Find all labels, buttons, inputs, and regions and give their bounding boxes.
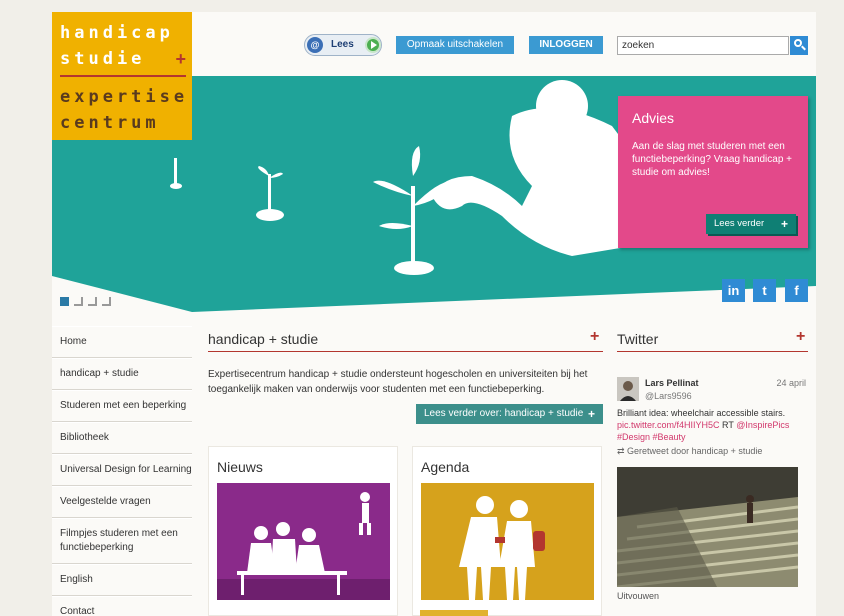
logo-line-studie: studie <box>60 49 146 69</box>
twitter-icon[interactable]: t <box>753 279 776 302</box>
nav-item-faq[interactable]: Veelgestelde vragen <box>52 486 192 518</box>
advies-lees-verder-button[interactable]: Lees verder + <box>706 214 796 234</box>
tweet-hashtags[interactable]: #Design #Beauty <box>617 432 686 442</box>
uitvouwen-link[interactable]: Uitvouwen <box>617 591 659 601</box>
nav-item-english[interactable]: English <box>52 564 192 596</box>
nieuws-title: Nieuws <box>217 459 263 475</box>
nav-item-bibliotheek[interactable]: Bibliotheek <box>52 422 192 454</box>
agenda-image <box>421 483 594 600</box>
logo-line-expertise: expertise <box>60 87 189 107</box>
inloggen-button[interactable]: INLOGGEN <box>529 36 603 54</box>
nieuws-image <box>217 483 390 600</box>
tweet-author-handle[interactable]: @Lars9596 <box>645 391 692 401</box>
tweet-mention[interactable]: @InspirePics <box>736 420 789 430</box>
site-logo[interactable]: handicap studie + expertise centrum <box>52 12 192 140</box>
sidebar-nav: Home handicap + studie Studeren met een … <box>52 326 192 616</box>
avatar[interactable] <box>617 377 639 401</box>
agenda-date-badge <box>420 610 488 616</box>
advies-text: Aan de slag met studeren met een functie… <box>632 141 793 178</box>
main-intro-text: Expertisecentrum handicap + studie onder… <box>208 369 588 395</box>
slider-dot-1[interactable] <box>60 297 69 306</box>
linkedin-icon[interactable]: in <box>722 279 745 302</box>
nav-item-handicap-studie[interactable]: handicap + studie <box>52 358 192 390</box>
tweet-text: Brilliant idea: wheelchair accessible st… <box>617 408 786 418</box>
twitter-section-title: Twitter <box>617 331 659 347</box>
plus-icon: + <box>780 217 788 231</box>
logo-plus: + <box>175 49 186 69</box>
tweet-date[interactable]: 24 april <box>776 378 806 388</box>
main-plus-icon[interactable]: + <box>590 328 599 346</box>
slider-dots <box>60 297 111 306</box>
nieuws-card[interactable]: Nieuws <box>208 446 398 616</box>
main-section-title: handicap + studie <box>208 331 319 347</box>
slider-dot-2[interactable] <box>74 297 83 306</box>
lees-verder-handicap-studie-button[interactable]: Lees verder over: handicap + studie + <box>416 404 603 424</box>
retweet-text: Geretweet door handicap + studie <box>627 446 763 456</box>
retweet-line: ⇄ Geretweet door handicap + studie <box>617 446 762 457</box>
advies-button-label: Lees verder <box>714 218 765 229</box>
readspeaker-icon: @ <box>307 37 323 53</box>
nav-item-contact[interactable]: Contact <box>52 596 192 616</box>
logo-line-centrum: centrum <box>60 113 160 133</box>
logo-separator <box>60 75 186 77</box>
lees-voor-button[interactable]: @ Lees voor <box>304 34 382 56</box>
tweet-image[interactable] <box>617 467 798 587</box>
search-input[interactable] <box>617 36 789 55</box>
tweet-body: Brilliant idea: wheelchair accessible st… <box>617 407 808 443</box>
slider-dot-3[interactable] <box>88 297 97 306</box>
nav-item-home[interactable]: Home <box>52 326 192 358</box>
plus-icon: + <box>587 407 595 421</box>
nav-item-udl[interactable]: Universal Design for Learning <box>52 454 192 486</box>
agenda-title: Agenda <box>421 459 470 475</box>
tweet-link[interactable]: pic.twitter.com/f4HIIYH5C <box>617 420 720 430</box>
agenda-card[interactable]: Agenda <box>412 446 602 616</box>
search-button[interactable] <box>790 36 808 55</box>
retweet-icon: ⇄ <box>617 446 628 456</box>
advies-title: Advies <box>632 110 675 126</box>
main-rule <box>208 351 603 352</box>
opmaak-uitschakelen-button[interactable]: Opmaak uitschakelen <box>396 36 514 54</box>
nav-item-studeren[interactable]: Studeren met een beperking <box>52 390 192 422</box>
tweet-rt: RT <box>722 420 734 430</box>
facebook-icon[interactable]: f <box>785 279 808 302</box>
nav-item-filmpjes[interactable]: Filmpjes studeren met een functiebeperki… <box>52 518 192 564</box>
lees-verder-label: Lees verder over: handicap + studie <box>424 408 584 419</box>
logo-line-handicap: handicap <box>60 23 174 43</box>
advies-panel: Advies Aan de slag met studeren met een … <box>618 96 808 248</box>
twitter-plus-icon[interactable]: + <box>796 328 805 346</box>
twitter-rule <box>617 351 808 352</box>
tweet-author-name[interactable]: Lars Pellinat <box>645 378 699 388</box>
lees-voor-label: Lees voor <box>331 39 354 50</box>
play-icon <box>365 37 381 53</box>
slider-dot-4[interactable] <box>102 297 111 306</box>
